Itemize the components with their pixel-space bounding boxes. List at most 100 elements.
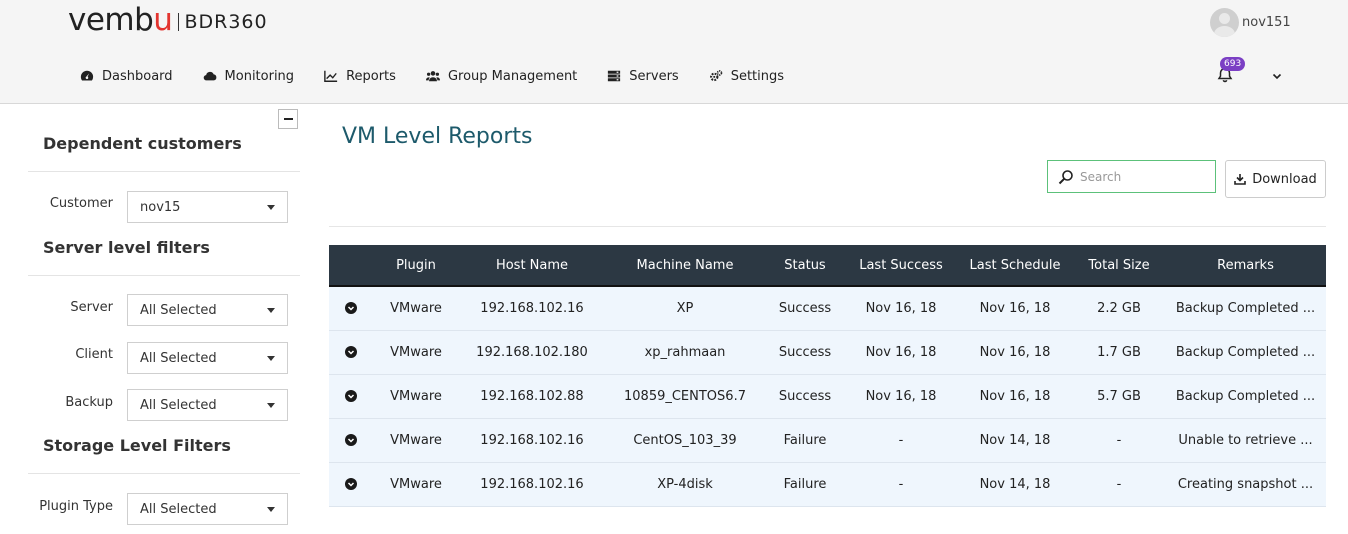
- download-button[interactable]: Download: [1225, 160, 1326, 198]
- last-schedule-cell: Nov 14, 18: [979, 476, 1051, 492]
- last-success-cell: Nov 16, 18: [865, 388, 937, 404]
- nav-group-management[interactable]: Group Management: [425, 68, 578, 84]
- host-name-cell: 192.168.102.16: [480, 432, 584, 448]
- server-label: Server: [70, 300, 113, 315]
- caret-down-icon: [267, 356, 275, 361]
- table-row[interactable]: VMware 192.168.102.16 CentOS_103_39 Fail…: [329, 418, 1326, 462]
- column-header-total-size[interactable]: Total Size: [1073, 245, 1165, 287]
- page-title: VM Level Reports: [342, 124, 533, 149]
- nav-reports[interactable]: Reports: [324, 69, 396, 84]
- client-select[interactable]: All Selected: [127, 342, 288, 374]
- machine-name-cell: 10859_CENTOS6.7: [624, 388, 746, 404]
- vm-report-table: Plugin Host Name Machine Name Status Las…: [329, 245, 1326, 507]
- nav-settings[interactable]: Settings: [709, 69, 784, 84]
- avatar[interactable]: [1210, 8, 1239, 37]
- search-input[interactable]: [1080, 169, 1210, 184]
- expand-row-icon[interactable]: [345, 434, 357, 446]
- column-header-plugin[interactable]: Plugin: [373, 245, 459, 287]
- total-size-cell: 2.2 GB: [1097, 300, 1141, 316]
- vembu-logo[interactable]: vembu BDR360: [68, 2, 268, 38]
- total-size-cell: 1.7 GB: [1097, 344, 1141, 360]
- expand-row-icon[interactable]: [345, 478, 357, 490]
- table-row[interactable]: VMware 192.168.102.16 XP Success Nov 16,…: [329, 286, 1326, 330]
- cogs-icon: [709, 69, 723, 83]
- collapse-sidebar-button[interactable]: [278, 109, 298, 129]
- divider: [28, 275, 300, 276]
- customer-select[interactable]: nov15: [127, 191, 288, 223]
- host-name-cell: 192.168.102.16: [480, 476, 584, 492]
- plugin-cell: VMware: [390, 388, 442, 404]
- plugin-type-select[interactable]: All Selected: [127, 493, 288, 525]
- server-select[interactable]: All Selected: [127, 294, 288, 326]
- remarks-cell: Backup Completed ...: [1175, 300, 1316, 316]
- user-menu[interactable]: nov151: [1210, 8, 1291, 37]
- status-cell: Failure: [783, 432, 827, 448]
- nav-group-management-label: Group Management: [447, 68, 578, 84]
- status-cell: Success: [778, 344, 832, 360]
- machine-name-cell: XP: [676, 300, 694, 316]
- column-header-host-name[interactable]: Host Name: [459, 245, 605, 287]
- expand-cell: [329, 330, 373, 374]
- search-icon: [1058, 169, 1073, 184]
- divider: [28, 171, 300, 172]
- plugin-type-label: Plugin Type: [39, 499, 113, 514]
- chevron-down-icon[interactable]: [1270, 68, 1284, 82]
- caret-down-icon: [267, 507, 275, 512]
- remarks-cell: Unable to retrieve ...: [1178, 432, 1313, 448]
- remarks-cell: Creating snapshot ...: [1177, 476, 1314, 492]
- column-header-expand: [329, 245, 373, 287]
- nav-monitoring-label: Monitoring: [224, 68, 295, 84]
- dashboard-icon: [80, 69, 94, 83]
- expand-row-icon[interactable]: [345, 390, 357, 402]
- plugin-cell: VMware: [390, 344, 442, 360]
- column-header-status[interactable]: Status: [765, 245, 845, 287]
- host-name-cell: 192.168.102.16: [480, 300, 584, 316]
- expand-cell: [329, 286, 373, 330]
- notification-badge[interactable]: 693: [1220, 57, 1246, 71]
- table-row[interactable]: VMware 192.168.102.180 xp_rahmaan Succes…: [329, 330, 1326, 374]
- cloud-icon: [203, 69, 217, 83]
- column-header-last-success[interactable]: Last Success: [845, 245, 957, 287]
- table-row[interactable]: VMware 192.168.102.88 10859_CENTOS6.7 Su…: [329, 374, 1326, 418]
- last-schedule-cell: Nov 16, 18: [979, 388, 1051, 404]
- caret-down-icon: [267, 205, 275, 210]
- table-row[interactable]: VMware 192.168.102.16 XP-4disk Failure -…: [329, 462, 1326, 506]
- logo-product-name: BDR360: [184, 11, 268, 33]
- nav-servers[interactable]: Servers: [607, 69, 679, 84]
- server-level-filters-title: Server level filters: [43, 238, 210, 257]
- backup-select[interactable]: All Selected: [127, 389, 288, 421]
- expand-row-icon[interactable]: [345, 346, 357, 358]
- table-header-row: Plugin Host Name Machine Name Status Las…: [329, 245, 1326, 287]
- host-name-cell: 192.168.102.88: [480, 388, 584, 404]
- plugin-cell: VMware: [390, 300, 442, 316]
- backup-label: Backup: [65, 395, 113, 410]
- minus-icon: [283, 118, 293, 120]
- storage-level-filters-title: Storage Level Filters: [43, 436, 231, 455]
- machine-name-cell: xp_rahmaan: [644, 344, 726, 360]
- column-header-remarks[interactable]: Remarks: [1165, 245, 1326, 287]
- expand-cell: [329, 462, 373, 506]
- divider: [28, 473, 300, 474]
- status-cell: Success: [778, 388, 832, 404]
- nav-dashboard-label: Dashboard: [102, 68, 173, 84]
- machine-name-cell: XP-4disk: [657, 476, 713, 492]
- column-header-last-schedule[interactable]: Last Schedule: [957, 245, 1073, 287]
- username: nov151: [1242, 15, 1291, 30]
- line-chart-icon: [324, 69, 338, 83]
- nav-reports-label: Reports: [346, 68, 396, 84]
- customer-label: Customer: [49, 196, 113, 211]
- last-success-cell: -: [898, 476, 904, 492]
- search-box[interactable]: [1047, 160, 1216, 193]
- nav-monitoring[interactable]: Monitoring: [203, 68, 295, 84]
- nav-dashboard[interactable]: Dashboard: [80, 69, 173, 84]
- column-header-machine-name[interactable]: Machine Name: [605, 245, 765, 287]
- client-select-value: All Selected: [140, 350, 217, 366]
- expand-row-icon[interactable]: [345, 302, 357, 315]
- client-label: Client: [75, 347, 113, 362]
- caret-down-icon: [267, 308, 275, 313]
- main-nav: Dashboard Monitoring Reports Group Manag…: [80, 66, 814, 86]
- last-schedule-cell: Nov 14, 18: [979, 432, 1051, 448]
- host-name-cell: 192.168.102.180: [476, 344, 588, 360]
- plugin-cell: VMware: [390, 476, 442, 492]
- last-success-cell: Nov 16, 18: [865, 344, 937, 360]
